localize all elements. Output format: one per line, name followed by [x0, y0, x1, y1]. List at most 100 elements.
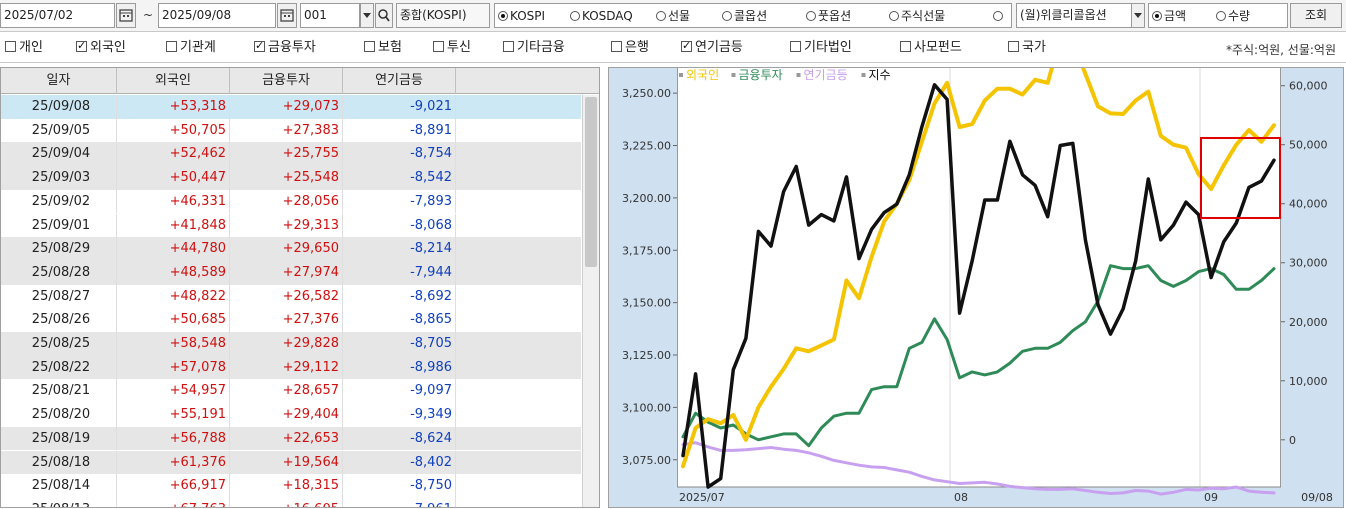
filter-pension[interactable]: 연기금등	[681, 38, 743, 56]
legend-entry: 금융투자	[739, 68, 783, 82]
radio-dot	[993, 11, 1003, 21]
filter-individual[interactable]: 개인	[5, 40, 43, 56]
cell-foreign: +50,685	[117, 308, 230, 332]
cell-pension: -7,961	[343, 497, 456, 507]
radio-put-option[interactable]: 풋옵션	[806, 8, 851, 24]
right-tick-label: 50,000	[1289, 139, 1328, 152]
table-row[interactable]: 25/08/27 +48,822 +26,582 -8,692	[1, 284, 581, 309]
x-tick-label: 2025/07	[679, 491, 725, 504]
filter-financial-investment[interactable]: 금융투자	[254, 38, 316, 56]
code-input[interactable]: 001	[300, 3, 360, 28]
cell-foreign: +58,548	[117, 332, 230, 356]
table-row[interactable]: 25/08/21 +54,957 +28,657 -9,097	[1, 379, 581, 404]
cell-pension: -8,986	[343, 355, 456, 380]
left-tick-label: 3,250.00	[622, 87, 671, 100]
header-financial-investment[interactable]: 금융투자	[230, 68, 343, 94]
filter-other-finance[interactable]: 기타금융	[503, 40, 565, 56]
filter-institution[interactable]: 기관계	[166, 40, 216, 56]
table-row[interactable]: 25/08/28 +48,589 +27,974 -7,944	[1, 260, 581, 285]
scrollbar-thumb[interactable]	[585, 97, 597, 267]
header-date[interactable]: 일자	[1, 68, 117, 94]
table-row[interactable]: 25/08/13+67,763+16,605-7,961	[1, 497, 581, 507]
radio-dot	[806, 11, 816, 21]
calendar-icon-start[interactable]	[116, 3, 136, 28]
checkbox	[503, 41, 514, 52]
table-row[interactable]: 25/09/03 +50,447 +25,548 -8,542	[1, 166, 581, 190]
checkbox	[166, 41, 177, 52]
table-row[interactable]: 25/08/19 +56,788 +22,653 -8,624	[1, 426, 581, 451]
cell-pension: -7,944	[343, 260, 456, 285]
cell-pension: -8,402	[343, 450, 456, 475]
table-row[interactable]: 25/08/29 +44,780 +29,650 -8,214	[1, 237, 581, 261]
table-row[interactable]: 25/09/04 +52,462 +25,755 -8,754	[1, 142, 581, 167]
grid-header: 일자 외국인 금융투자 연기금등	[1, 68, 599, 94]
cell-foreign: +67,763	[117, 497, 230, 507]
start-date-input[interactable]: 2025/07/02	[0, 3, 115, 28]
legend-entry: 외국인	[686, 68, 719, 82]
cell-foreign: +61,376	[117, 450, 230, 475]
calendar-icon	[119, 9, 133, 22]
radio-amount[interactable]: 금액	[1152, 8, 1186, 24]
cell-pension: -8,692	[343, 284, 456, 309]
legend-marker	[679, 73, 683, 77]
filter-trust[interactable]: 투신	[433, 40, 471, 56]
filter-other-corp[interactable]: 기타법인	[790, 40, 852, 56]
unit-note: *주식:억원, 선물:억원	[1225, 43, 1336, 57]
code-dropdown-button[interactable]	[360, 3, 374, 28]
header-foreign[interactable]: 외국인	[117, 68, 230, 94]
filter-private-fund[interactable]: 사모펀드	[900, 40, 962, 56]
checkbox	[900, 41, 911, 52]
right-tick-label: 0	[1289, 434, 1296, 447]
table-row[interactable]: 25/08/20 +55,191 +29,404 -9,349	[1, 403, 581, 427]
left-tick-label: 3,075.00	[622, 454, 671, 467]
radio-stock-futures[interactable]: 주식선물	[889, 8, 945, 24]
cell-financial-investment: +25,548	[230, 166, 343, 190]
table-row[interactable]: 25/08/22 +57,078 +29,112 -8,986	[1, 355, 581, 380]
market-name-field: 종합(KOSPI)	[396, 3, 490, 28]
weekly-option-dropdown-button[interactable]	[1131, 3, 1145, 28]
filter-label: 기관계	[180, 40, 216, 55]
checkbox	[1008, 41, 1019, 52]
calendar-icon-end[interactable]	[277, 3, 297, 28]
table-row[interactable]: 25/09/01 +41,848 +29,313 -8,068	[1, 213, 581, 238]
table-row[interactable]: 25/08/14 +66,917 +18,315 -8,750	[1, 474, 581, 498]
table-row[interactable]: 25/08/18 +61,376 +19,564 -8,402	[1, 450, 581, 475]
radio-label: 금액	[1164, 9, 1187, 23]
radio-kospi[interactable]: KOSPI	[498, 8, 545, 24]
table-row[interactable]: 25/09/02 +46,331 +28,056 -7,893	[1, 189, 581, 214]
table-row[interactable]: 25/09/05 +50,705 +27,383 -8,891	[1, 118, 581, 143]
table-row[interactable]: 25/08/25 +58,548 +29,828 -8,705	[1, 332, 581, 356]
filter-bank[interactable]: 은행	[611, 40, 649, 56]
filter-insurance[interactable]: 보험	[364, 40, 402, 56]
cell-date: 25/08/25	[1, 332, 117, 356]
radio-label: KOSPI	[510, 9, 546, 23]
radio-dot	[722, 11, 732, 21]
radio-label: 주식선물	[901, 9, 946, 23]
radio-weekly-option[interactable]	[993, 8, 1005, 24]
end-date-input[interactable]: 2025/09/08	[158, 3, 276, 28]
cell-financial-investment: +29,313	[230, 213, 343, 238]
right-tick-label: 40,000	[1289, 198, 1328, 211]
cell-foreign: +46,331	[117, 189, 230, 214]
cell-foreign: +48,589	[117, 260, 230, 285]
table-row[interactable]: 25/08/26 +50,685 +27,376 -8,865	[1, 308, 581, 332]
cell-pension: -8,891	[343, 118, 456, 143]
radio-call-option[interactable]: 콜옵션	[722, 8, 767, 24]
cell-financial-investment: +19,564	[230, 450, 343, 475]
cell-pension: -8,750	[343, 474, 456, 498]
radio-kosdaq[interactable]: KOSDAQ	[570, 8, 633, 24]
cell-foreign: +44,780	[117, 237, 230, 261]
search-button[interactable]: 조회	[1290, 3, 1342, 28]
checkbox	[5, 41, 16, 52]
investor-chart: 3,250.00 3,225.00 3,200.00 3,175.00 3,150.00…	[608, 67, 1344, 508]
chevron-down-icon	[363, 13, 371, 18]
radio-quantity[interactable]: 수량	[1216, 8, 1250, 24]
filter-foreign[interactable]: 외국인	[76, 38, 126, 56]
header-pension[interactable]: 연기금등	[343, 68, 456, 94]
table-row[interactable]: 25/09/08 +53,318 +29,073 -9,021	[1, 95, 581, 119]
radio-futures[interactable]: 선물	[656, 8, 690, 24]
weekly-option-select[interactable]: (월)위클리콜옵션	[1016, 3, 1132, 28]
search-code-button[interactable]	[375, 3, 393, 28]
vertical-scrollbar[interactable]	[582, 95, 599, 507]
filter-government[interactable]: 국가	[1008, 40, 1046, 56]
